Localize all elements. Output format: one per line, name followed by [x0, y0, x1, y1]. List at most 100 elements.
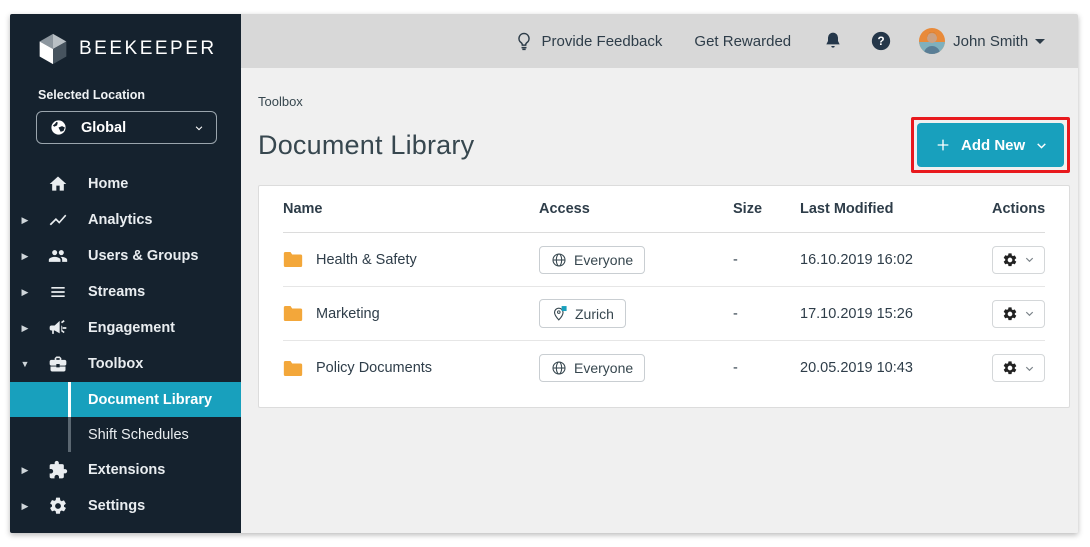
puzzle-icon	[49, 460, 68, 479]
location-value: Global	[81, 119, 127, 136]
submenu-rail	[68, 382, 71, 417]
chevron-down-icon	[1035, 38, 1046, 44]
last-modified-value: 16.10.2019 16:02	[800, 251, 913, 268]
table-row[interactable]: Policy Documents Everyone - 20.05.2019 1…	[283, 341, 1046, 395]
expand-right-icon: ▶	[21, 500, 29, 511]
page-content: Toolbox Document Library Add New Name Ac…	[241, 68, 1078, 533]
sidebar-item-label: Home	[88, 176, 129, 192]
gear-icon	[1003, 306, 1017, 320]
location-selector[interactable]: Global	[36, 111, 217, 144]
sidebar-item-label: Settings	[88, 498, 146, 514]
user-name: John Smith	[953, 32, 1029, 50]
sidebar-item-extensions[interactable]: ▶ Extensions	[10, 452, 241, 488]
sidebar-subitem-label: Document Library	[88, 391, 213, 408]
size-value: -	[733, 251, 738, 268]
expand-right-icon: ▶	[21, 322, 29, 333]
avatar[interactable]	[919, 28, 946, 54]
sidebar-subitem-label: Shift Schedules	[88, 426, 189, 443]
add-new-button[interactable]: Add New	[917, 123, 1065, 167]
sidebar-item-label: Analytics	[88, 212, 153, 228]
table-row[interactable]: Health & Safety Everyone - 16.10.2019 16…	[283, 233, 1046, 287]
lightbulb-icon	[517, 32, 530, 51]
sidebar-item-label: Toolbox	[88, 356, 144, 372]
sidebar-item-label: Engagement	[88, 320, 176, 336]
gear-icon	[50, 497, 66, 514]
size-value: -	[733, 305, 738, 322]
folder-name[interactable]: Health & Safety	[316, 252, 417, 268]
sidebar-item-analytics[interactable]: ▶ Analytics	[10, 202, 241, 238]
sidebar-nav: Home ▶ Analytics ▶ Users & Groups ▶ Stre…	[10, 166, 241, 524]
column-header-name: Name	[283, 201, 323, 217]
expand-right-icon: ▶	[21, 286, 29, 297]
sidebar-subitem-shift-schedules[interactable]: Shift Schedules	[10, 417, 241, 452]
main-area: Provide Feedback Get Rewarded ? John Smi…	[241, 14, 1078, 533]
expand-right-icon: ▶	[21, 214, 29, 225]
sidebar-item-label: Extensions	[88, 462, 166, 478]
access-badge: Zurich	[539, 299, 626, 328]
column-header-last-modified: Last Modified	[800, 201, 894, 217]
table-row[interactable]: Marketing Zurich - 17.10.2019 15:26	[283, 287, 1046, 341]
access-label: Everyone	[574, 251, 634, 268]
help-icon[interactable]: ?	[871, 31, 891, 51]
sidebar-item-settings[interactable]: ▶ Settings	[10, 488, 241, 524]
document-table-card: Name Access Size Last Modified Actions H…	[258, 185, 1071, 408]
last-modified-value: 17.10.2019 15:26	[800, 305, 913, 322]
get-rewarded-label: Get Rewarded	[694, 32, 792, 50]
sidebar-item-users-groups[interactable]: ▶ Users & Groups	[10, 238, 241, 274]
toolbox-icon	[49, 356, 67, 372]
globe-icon	[552, 361, 566, 375]
bell-icon[interactable]	[823, 31, 843, 51]
sidebar-subitem-document-library[interactable]: Document Library	[10, 382, 241, 417]
streams-icon	[51, 287, 65, 297]
access-label: Zurich	[575, 305, 614, 322]
annotation-highlight: Add New	[911, 117, 1071, 173]
access-badge: Everyone	[539, 354, 646, 382]
plus-icon	[937, 139, 949, 151]
column-header-actions: Actions	[992, 201, 1046, 217]
row-actions-button[interactable]	[992, 245, 1046, 274]
row-actions-button[interactable]	[992, 354, 1046, 382]
sidebar-item-streams[interactable]: ▶ Streams	[10, 274, 241, 310]
breadcrumb[interactable]: Toolbox	[258, 94, 1070, 109]
row-actions-button[interactable]	[992, 299, 1046, 328]
access-badge: Everyone	[539, 245, 646, 274]
brand-logo: BEEKEEPER	[10, 14, 241, 66]
analytics-icon	[49, 214, 67, 226]
brand-name: BEEKEEPER	[79, 37, 217, 59]
beekeeper-logo-icon	[39, 33, 67, 64]
access-label: Everyone	[574, 360, 634, 376]
sidebar-item-engagement[interactable]: ▶ Engagement	[10, 310, 241, 346]
page-title: Document Library	[258, 129, 475, 160]
user-menu[interactable]: John Smith	[953, 32, 1046, 50]
svg-text:?: ?	[878, 35, 885, 48]
selected-location-label: Selected Location	[38, 88, 145, 102]
folder-icon	[283, 306, 303, 321]
page-header: Document Library Add New	[258, 117, 1071, 173]
table-header: Name Access Size Last Modified Actions	[283, 186, 1046, 233]
megaphone-icon	[49, 320, 67, 334]
sidebar-item-toolbox[interactable]: ▼ Toolbox	[10, 346, 241, 382]
home-icon	[49, 176, 67, 191]
sidebar: BEEKEEPER Selected Location Global Home …	[10, 14, 241, 533]
chevron-down-icon	[195, 125, 203, 130]
gear-icon	[1003, 361, 1017, 375]
topbar: Provide Feedback Get Rewarded ? John Smi…	[241, 14, 1078, 68]
chevron-down-icon	[1026, 257, 1034, 263]
last-modified-value: 20.05.2019 10:43	[800, 360, 913, 376]
app-window: BEEKEEPER Selected Location Global Home …	[10, 14, 1078, 533]
sidebar-item-label: Users & Groups	[88, 248, 199, 264]
avatar-image	[919, 28, 946, 54]
folder-name[interactable]: Marketing	[316, 306, 380, 322]
get-rewarded-link[interactable]: Get Rewarded	[694, 33, 791, 50]
folder-name[interactable]: Policy Documents	[316, 360, 432, 376]
chevron-down-icon	[1026, 311, 1034, 317]
folder-icon	[283, 360, 303, 376]
gear-icon	[1003, 252, 1017, 266]
provide-feedback-label: Provide Feedback	[541, 32, 663, 50]
expand-down-icon: ▼	[20, 359, 30, 369]
chevron-down-icon	[1037, 142, 1046, 149]
provide-feedback-link[interactable]: Provide Feedback	[514, 31, 663, 51]
expand-right-icon: ▶	[21, 464, 29, 475]
sidebar-item-home[interactable]: Home	[10, 166, 241, 202]
submenu-rail	[68, 417, 71, 452]
